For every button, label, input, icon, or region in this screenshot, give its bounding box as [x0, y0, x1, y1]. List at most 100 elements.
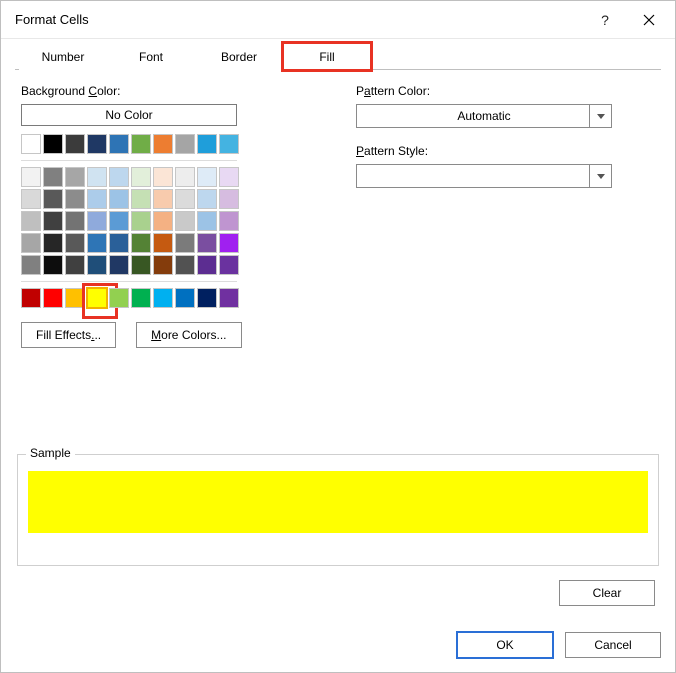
color-swatch[interactable]: [65, 288, 85, 308]
color-swatch[interactable]: [131, 189, 151, 209]
color-swatch[interactable]: [65, 255, 85, 275]
ok-button[interactable]: OK: [457, 632, 553, 658]
color-swatch[interactable]: [219, 189, 239, 209]
color-swatch[interactable]: [109, 288, 129, 308]
color-swatch[interactable]: [87, 189, 107, 209]
fill-effects-button[interactable]: Fill Effects...: [21, 322, 116, 348]
color-swatch[interactable]: [197, 167, 217, 187]
color-swatch[interactable]: [197, 134, 217, 154]
color-swatch[interactable]: [65, 167, 85, 187]
color-swatch[interactable]: [197, 211, 217, 231]
color-swatch[interactable]: [197, 189, 217, 209]
tab-strip: Number Font Border Fill: [19, 43, 661, 70]
color-swatch[interactable]: [65, 189, 85, 209]
background-color-label: Background Color:: [21, 84, 296, 98]
color-swatch[interactable]: [131, 288, 151, 308]
palette-separator: [21, 160, 237, 161]
color-swatch[interactable]: [109, 189, 129, 209]
color-swatch[interactable]: [175, 211, 195, 231]
more-colors-button[interactable]: More Colors...: [136, 322, 241, 348]
background-color-section: Background Color: No Color Fill Effects.…: [21, 84, 296, 348]
color-swatch[interactable]: [175, 233, 195, 253]
color-swatch[interactable]: [43, 233, 63, 253]
color-swatch[interactable]: [43, 255, 63, 275]
color-swatch[interactable]: [109, 255, 129, 275]
color-swatch[interactable]: [65, 134, 85, 154]
clear-button[interactable]: Clear: [559, 580, 655, 606]
palette-standard-row: [21, 288, 296, 308]
color-swatch[interactable]: [175, 189, 195, 209]
format-cells-dialog: Format Cells ? Number Font Border Fill B…: [0, 0, 676, 673]
color-swatch[interactable]: [175, 288, 195, 308]
pattern-color-label: Pattern Color:: [356, 84, 655, 98]
color-swatch[interactable]: [197, 233, 217, 253]
tab-fill[interactable]: Fill: [283, 43, 371, 70]
color-swatch[interactable]: [21, 189, 41, 209]
color-swatch[interactable]: [197, 288, 217, 308]
dialog-footer: OK Cancel: [1, 620, 675, 672]
color-swatch[interactable]: [109, 211, 129, 231]
color-swatch[interactable]: [219, 167, 239, 187]
color-swatch[interactable]: [43, 167, 63, 187]
color-swatch[interactable]: [87, 288, 107, 308]
close-button[interactable]: [627, 5, 671, 35]
no-color-button[interactable]: No Color: [21, 104, 237, 126]
palette-theme-shades: [21, 167, 296, 275]
sample-swatch: [28, 471, 648, 533]
fill-pane: Background Color: No Color Fill Effects.…: [15, 70, 661, 348]
color-swatch[interactable]: [87, 255, 107, 275]
cancel-button[interactable]: Cancel: [565, 632, 661, 658]
color-swatch[interactable]: [219, 211, 239, 231]
pattern-color-value: Automatic: [457, 109, 510, 123]
color-swatch[interactable]: [131, 167, 151, 187]
color-swatch[interactable]: [65, 233, 85, 253]
color-swatch[interactable]: [109, 134, 129, 154]
color-swatch[interactable]: [43, 288, 63, 308]
color-swatch[interactable]: [153, 233, 173, 253]
sample-label: Sample: [26, 446, 75, 460]
color-swatch[interactable]: [43, 189, 63, 209]
tab-font[interactable]: Font: [107, 43, 195, 70]
color-swatch[interactable]: [153, 167, 173, 187]
color-swatch[interactable]: [219, 134, 239, 154]
pattern-color-combo[interactable]: Automatic: [356, 104, 612, 128]
color-swatch[interactable]: [87, 211, 107, 231]
color-swatch[interactable]: [153, 255, 173, 275]
palette-separator: [21, 281, 237, 282]
color-swatch[interactable]: [21, 233, 41, 253]
color-swatch[interactable]: [87, 233, 107, 253]
color-swatch[interactable]: [153, 288, 173, 308]
color-swatch[interactable]: [21, 167, 41, 187]
color-swatch[interactable]: [131, 255, 151, 275]
color-swatch[interactable]: [87, 167, 107, 187]
color-swatch[interactable]: [43, 211, 63, 231]
color-swatch[interactable]: [131, 134, 151, 154]
color-swatch[interactable]: [131, 233, 151, 253]
color-swatch[interactable]: [153, 134, 173, 154]
color-swatch[interactable]: [109, 167, 129, 187]
color-swatch[interactable]: [175, 134, 195, 154]
color-swatch[interactable]: [109, 233, 129, 253]
tab-number[interactable]: Number: [19, 43, 107, 70]
color-swatch[interactable]: [197, 255, 217, 275]
pattern-style-combo[interactable]: [356, 164, 612, 188]
color-swatch[interactable]: [65, 211, 85, 231]
color-swatch[interactable]: [87, 134, 107, 154]
sample-area: Sample Clear: [15, 454, 661, 606]
color-swatch[interactable]: [21, 134, 41, 154]
color-swatch[interactable]: [131, 211, 151, 231]
color-swatch[interactable]: [219, 255, 239, 275]
color-swatch[interactable]: [21, 255, 41, 275]
color-swatch[interactable]: [175, 167, 195, 187]
color-swatch[interactable]: [219, 233, 239, 253]
tab-border[interactable]: Border: [195, 43, 283, 70]
color-swatch[interactable]: [219, 288, 239, 308]
help-button[interactable]: ?: [583, 5, 627, 35]
pattern-style-label: Pattern Style:: [356, 144, 655, 158]
color-swatch[interactable]: [175, 255, 195, 275]
color-swatch[interactable]: [153, 211, 173, 231]
color-swatch[interactable]: [21, 288, 41, 308]
color-swatch[interactable]: [21, 211, 41, 231]
color-swatch[interactable]: [153, 189, 173, 209]
color-swatch[interactable]: [43, 134, 63, 154]
